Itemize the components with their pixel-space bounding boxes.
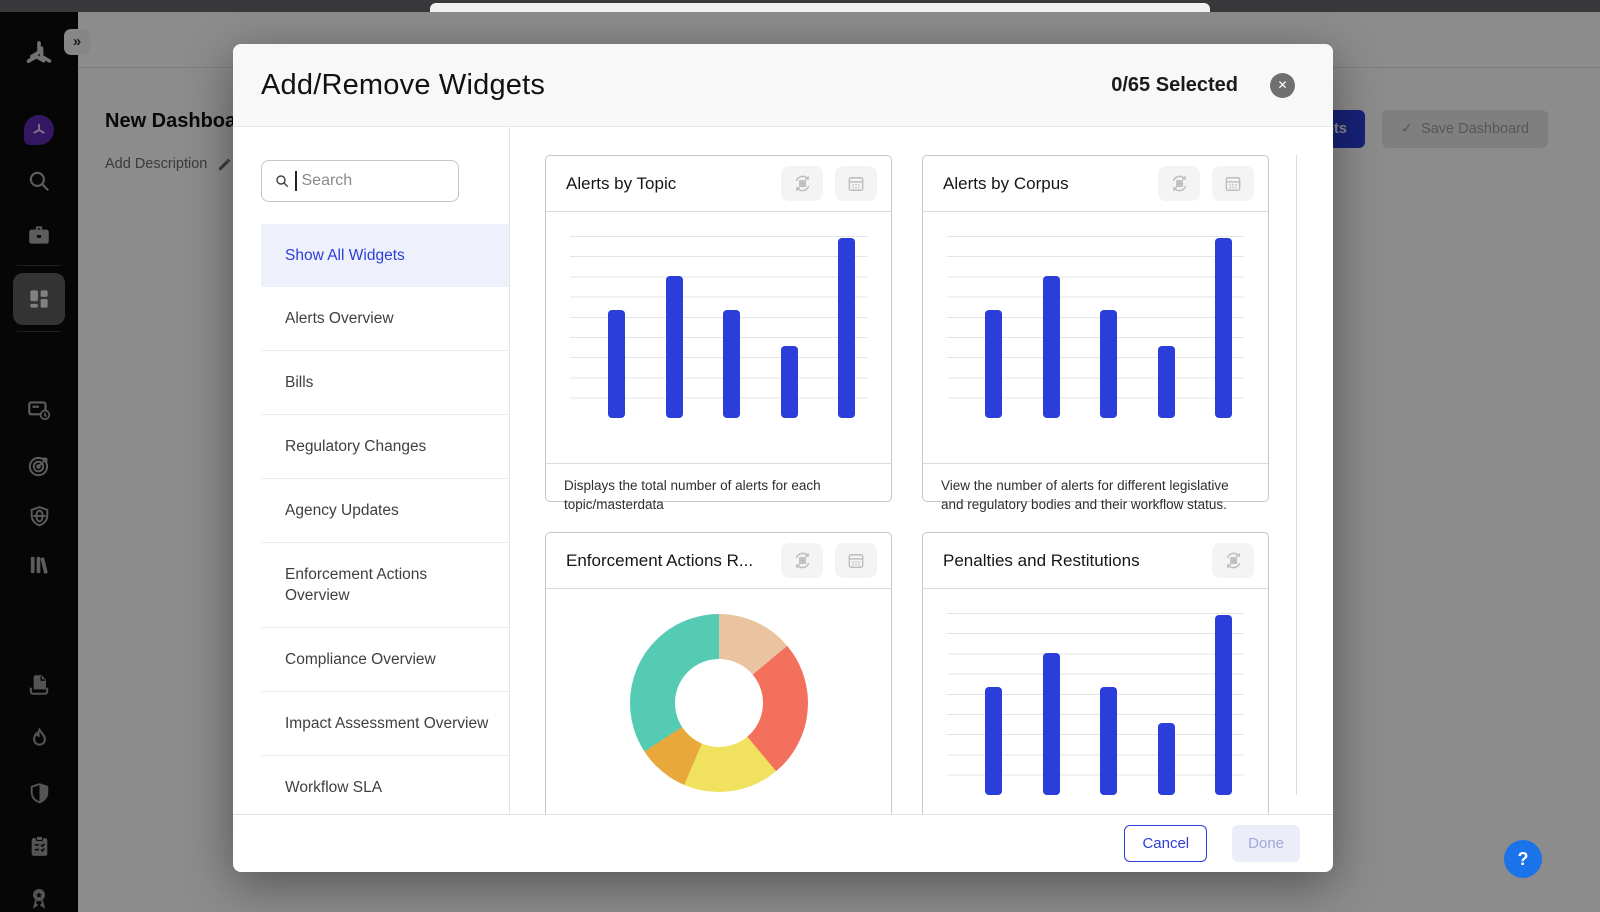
widget-category-pane: Search Show All Widgets Alerts Overview … bbox=[261, 127, 509, 814]
selected-count-badge: 0/65 Selected bbox=[1111, 74, 1238, 97]
widget-description: Displays the total number of alerts for … bbox=[546, 463, 891, 514]
category-item-compliance-overview[interactable]: Compliance Overview bbox=[261, 628, 509, 692]
category-item-enforcement-actions[interactable]: Enforcement Actions Overview bbox=[261, 543, 509, 628]
chart-switch-icon[interactable] bbox=[1158, 166, 1200, 201]
bar bbox=[1158, 346, 1175, 418]
bar bbox=[1100, 687, 1117, 795]
donut-hole bbox=[675, 659, 763, 747]
chart-switch-icon[interactable] bbox=[1212, 543, 1254, 578]
widget-card-alerts-by-topic[interactable]: Alerts by Topic Displays the total numbe… bbox=[545, 155, 892, 502]
bar bbox=[1043, 653, 1060, 795]
bar bbox=[1100, 310, 1117, 418]
bar bbox=[1215, 615, 1232, 795]
chart-switch-icon[interactable] bbox=[781, 543, 823, 578]
widget-card-title: Alerts by Corpus bbox=[943, 174, 1146, 194]
table-view-icon[interactable] bbox=[835, 543, 877, 578]
scrollbar-track[interactable] bbox=[1296, 155, 1297, 795]
modal-header: Add/Remove Widgets 0/65 Selected ✕ bbox=[233, 44, 1333, 127]
browser-chrome bbox=[0, 0, 1600, 12]
category-item-regulatory-changes[interactable]: Regulatory Changes bbox=[261, 415, 509, 479]
cancel-button[interactable]: Cancel bbox=[1124, 825, 1207, 862]
category-item-workflow-sla[interactable]: Workflow SLA bbox=[261, 756, 509, 814]
widget-description: View the number of alerts for different … bbox=[923, 463, 1268, 514]
done-button: Done bbox=[1232, 825, 1300, 862]
widget-card-header: Alerts by Topic bbox=[546, 156, 891, 212]
bar bbox=[985, 687, 1002, 795]
widget-card-header: Penalties and Restitutions bbox=[923, 533, 1268, 589]
bar bbox=[1158, 723, 1175, 795]
widget-card-title: Alerts by Topic bbox=[566, 174, 769, 194]
chart-preview bbox=[546, 236, 891, 463]
bar-chart-preview bbox=[947, 613, 1244, 795]
widget-search-input[interactable]: Search bbox=[261, 160, 459, 202]
widget-card-enforcement-actions[interactable]: Enforcement Actions R... bbox=[545, 532, 892, 814]
text-cursor bbox=[295, 171, 297, 191]
modal-body: Search Show All Widgets Alerts Overview … bbox=[233, 127, 1333, 814]
widget-card-title: Enforcement Actions R... bbox=[566, 551, 769, 571]
close-icon[interactable]: ✕ bbox=[1270, 73, 1295, 98]
chart-preview bbox=[546, 589, 891, 814]
bar bbox=[608, 310, 625, 418]
widget-search-placeholder: Search bbox=[302, 172, 353, 190]
screen: » Dashboard Search MN New Dashboard Add … bbox=[0, 0, 1600, 912]
modal-title: Add/Remove Widgets bbox=[261, 69, 545, 102]
donut-chart-preview bbox=[630, 614, 808, 792]
bar bbox=[1215, 238, 1232, 418]
category-item-agency-updates[interactable]: Agency Updates bbox=[261, 479, 509, 543]
bar-chart-preview bbox=[947, 236, 1244, 418]
widget-card-header: Enforcement Actions R... bbox=[546, 533, 891, 589]
search-icon bbox=[274, 173, 290, 189]
widget-card-alerts-by-corpus[interactable]: Alerts by Corpus View the number of aler… bbox=[922, 155, 1269, 502]
help-button[interactable]: ? bbox=[1504, 840, 1542, 878]
widget-card-header: Alerts by Corpus bbox=[923, 156, 1268, 212]
table-view-icon[interactable] bbox=[835, 166, 877, 201]
bar-chart-preview bbox=[570, 236, 867, 418]
category-item-show-all[interactable]: Show All Widgets bbox=[261, 224, 509, 287]
category-list: Show All Widgets Alerts Overview Bills R… bbox=[261, 224, 509, 814]
bar bbox=[838, 238, 855, 418]
bar bbox=[985, 310, 1002, 418]
widget-card-title: Penalties and Restitutions bbox=[943, 551, 1200, 571]
address-bar bbox=[430, 3, 1210, 12]
widget-card-penalties-restitutions[interactable]: Penalties and Restitutions bbox=[922, 532, 1269, 814]
modal-footer: Cancel Done bbox=[233, 814, 1333, 872]
category-item-bills[interactable]: Bills bbox=[261, 351, 509, 415]
bar bbox=[1043, 276, 1060, 418]
bar bbox=[723, 310, 740, 418]
table-view-icon[interactable] bbox=[1212, 166, 1254, 201]
category-item-alerts-overview[interactable]: Alerts Overview bbox=[261, 287, 509, 351]
chart-preview bbox=[923, 613, 1268, 814]
category-item-impact-assessment[interactable]: Impact Assessment Overview bbox=[261, 692, 509, 756]
chart-switch-icon[interactable] bbox=[781, 166, 823, 201]
bar bbox=[666, 276, 683, 418]
widget-gallery-pane: Alerts by Topic Displays the total numbe… bbox=[510, 127, 1333, 814]
chart-preview bbox=[923, 236, 1268, 463]
add-remove-widgets-modal: Add/Remove Widgets 0/65 Selected ✕ Searc… bbox=[233, 44, 1333, 872]
bar bbox=[781, 346, 798, 418]
